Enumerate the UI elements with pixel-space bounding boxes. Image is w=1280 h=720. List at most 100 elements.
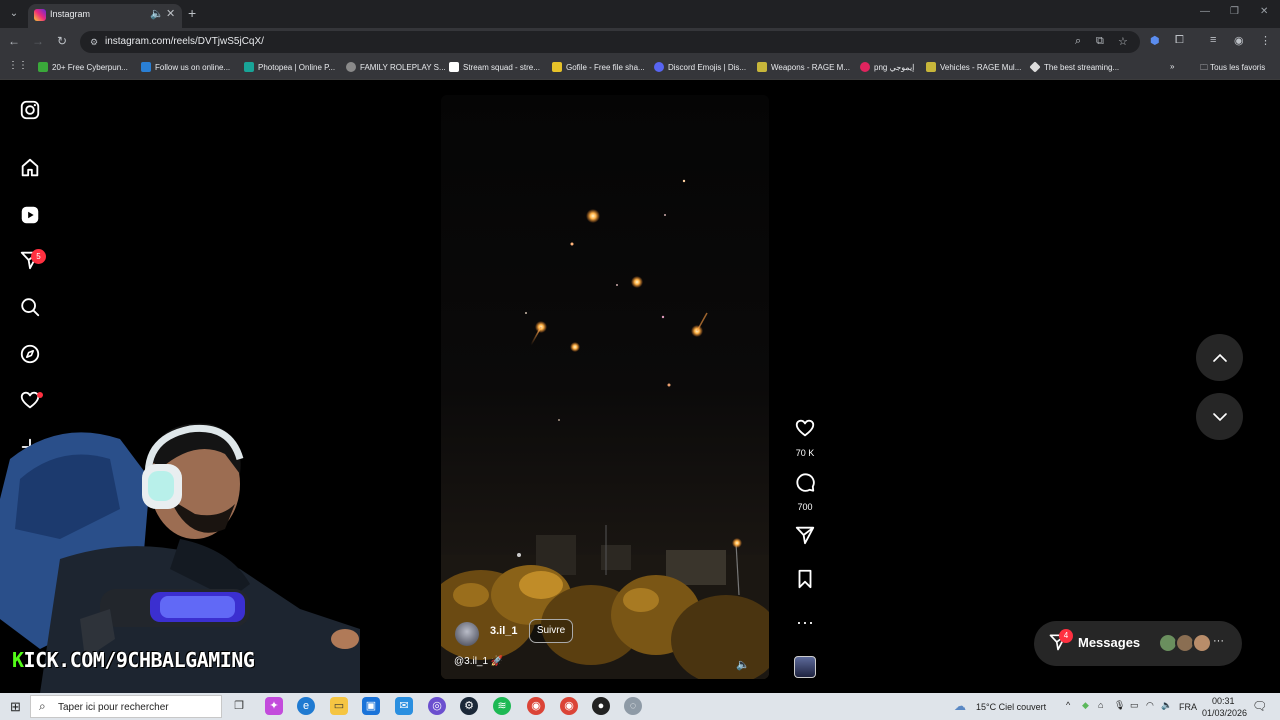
bookmark-item[interactable]: The best streaming... <box>1029 61 1119 73</box>
weather-cloud-icon[interactable]: ☁ <box>954 699 966 713</box>
extensions-icon[interactable]: ⧠ <box>1175 34 1184 47</box>
spotify-icon[interactable]: ≋ <box>493 697 511 715</box>
author-avatar[interactable] <box>455 622 479 646</box>
bookmark-item[interactable]: Follow us on online... <box>141 62 230 72</box>
steam-icon[interactable]: ⚙ <box>460 697 478 715</box>
audio-label: @3.il_1 <box>454 656 489 667</box>
wifi-icon[interactable]: ◠ <box>1146 700 1154 711</box>
minimize-icon[interactable]: — <box>1200 6 1210 17</box>
bookmark-item[interactable]: FAMILY ROLEPLAY S... <box>346 62 446 72</box>
bookmark-favicon-icon <box>449 62 459 72</box>
app-icon[interactable]: ◎ <box>428 697 446 715</box>
apps-grid-icon[interactable]: ⋮⋮ <box>8 60 28 71</box>
language-indicator[interactable]: FRA <box>1179 702 1197 712</box>
chevron-down-icon <box>1212 412 1227 421</box>
notification-center-icon[interactable]: 🗨 <box>1252 699 1267 713</box>
bookmark-item[interactable]: Photopea | Online P... <box>244 62 335 72</box>
tab-audio-icon[interactable]: 🔈 <box>150 7 164 20</box>
browser-menu-icon[interactable]: ⋮ <box>1260 34 1271 47</box>
folder-icon: 🗀 <box>1200 63 1211 72</box>
explore-icon[interactable] <box>18 343 42 367</box>
site-info-icon[interactable]: ⚙ <box>88 36 100 48</box>
extension-shield-icon[interactable]: ⬢ <box>1150 34 1160 47</box>
store-icon[interactable]: ▣ <box>362 697 380 715</box>
clock-date[interactable]: 01/03/2026 <box>1202 708 1247 718</box>
bookmark-item[interactable]: Gofile - Free file sha... <box>552 62 645 72</box>
all-favorites-folder[interactable]: 🗀 Tous les favoris <box>1200 62 1265 76</box>
bookmark-icon[interactable] <box>792 568 818 595</box>
windows-start-icon[interactable]: ⊞ <box>10 699 21 715</box>
restore-icon[interactable]: ❐ <box>1230 6 1239 17</box>
follow-button[interactable]: Suivre <box>529 619 573 643</box>
heart-icon[interactable] <box>792 417 818 444</box>
search-icon[interactable] <box>18 296 42 320</box>
network-icon[interactable]: ⌂ <box>1098 700 1103 710</box>
more-contacts-icon: ··· <box>1213 635 1224 647</box>
bookmark-favicon-icon <box>654 62 664 72</box>
copilot-icon[interactable]: ✦ <box>265 697 283 715</box>
tab-search-icon[interactable]: ⌄ <box>6 6 22 22</box>
bookmark-favicon-icon <box>346 62 356 72</box>
zoom-icon[interactable]: ⌕ <box>1075 35 1081 48</box>
volume-icon[interactable]: 🔈 <box>1161 700 1172 711</box>
messages-button[interactable]: 4 Messages ··· <box>1034 621 1242 666</box>
save-action[interactable] <box>792 568 818 595</box>
taskbar-search[interactable]: ⌕ Taper ici pour rechercher <box>30 695 222 718</box>
comment-action[interactable]: 700 <box>792 471 818 512</box>
forward-icon[interactable]: → <box>30 34 46 48</box>
share-action[interactable] <box>792 524 818 551</box>
bookmark-item[interactable]: 20+ Free Cyberpun... <box>38 62 128 72</box>
like-count: 70 K <box>795 448 815 458</box>
audio-thumbnail[interactable] <box>794 656 816 678</box>
bookmark-item[interactable]: Discord Emojis | Dis... <box>654 62 746 72</box>
address-bar[interactable]: ⚙ instagram.com/reels/DVTjwS5jCqX/ ⌕ ⧉ ☆ <box>80 31 1140 53</box>
projectile-lights <box>525 179 708 421</box>
tray-chevron-up-icon[interactable]: ^ <box>1066 700 1070 710</box>
edge-icon[interactable]: e <box>297 697 315 715</box>
profile-avatar-icon[interactable]: ◉ <box>1234 34 1244 47</box>
tab-instagram[interactable]: Instagram 🔈 ✕ <box>28 4 182 28</box>
monitor-icon[interactable]: ▭ <box>1130 700 1139 711</box>
instagram-favicon-icon <box>34 9 46 21</box>
comment-bubble-icon[interactable] <box>792 471 818 498</box>
more-options-icon[interactable]: ··· <box>792 611 818 633</box>
home-icon[interactable] <box>18 157 42 181</box>
task-view-icon[interactable]: ❐ <box>230 697 248 715</box>
clock-time[interactable]: 00:31 <box>1212 696 1235 706</box>
bookmark-item[interactable]: Stream squad - stre... <box>449 62 540 72</box>
reel-video[interactable]: 3.il_1 Suivre @3.il_1 🚀 🔈 <box>441 95 769 679</box>
bookmark-item[interactable]: png إيموجي <box>860 62 914 72</box>
next-reel-button[interactable] <box>1196 393 1243 440</box>
chrome-icon[interactable]: ◉ <box>560 697 578 715</box>
author-username[interactable]: 3.il_1 <box>490 625 518 637</box>
chrome-icon[interactable]: ◉ <box>527 697 545 715</box>
previous-reel-button[interactable] <box>1196 334 1243 381</box>
bookmark-star-icon[interactable]: ☆ <box>1118 35 1128 48</box>
browser-toolbar: ← → ↻ ⚙ instagram.com/reels/DVTjwS5jCqX/… <box>0 28 1280 56</box>
bookmarks-bar: ⋮⋮ 20+ Free Cyberpun... Follow us on onl… <box>0 56 1280 80</box>
install-app-icon[interactable]: ⧉ <box>1096 35 1104 48</box>
microphone-icon[interactable]: 🎙 <box>1114 700 1125 711</box>
like-action[interactable]: 70 K <box>792 417 818 458</box>
url-text[interactable]: instagram.com/reels/DVTjwS5jCqX/ <box>105 36 264 47</box>
close-window-icon[interactable]: ✕ <box>1260 6 1268 17</box>
tab-close-icon[interactable]: ✕ <box>166 7 175 20</box>
mute-toggle-icon[interactable]: 🔈 <box>736 658 750 671</box>
reels-icon[interactable] <box>18 204 42 228</box>
back-icon[interactable]: ← <box>6 34 22 48</box>
share-paper-plane-icon[interactable] <box>792 524 818 551</box>
weather-text[interactable]: 15°C Ciel couvert <box>976 702 1046 712</box>
app-icon[interactable]: ◌ <box>624 697 642 715</box>
new-tab-icon[interactable]: + <box>188 5 196 21</box>
nvidia-icon[interactable]: ◆ <box>1082 700 1089 711</box>
media-control-icon[interactable]: ≡ <box>1210 34 1216 46</box>
obs-icon[interactable]: ● <box>592 697 610 715</box>
audio-attribution[interactable]: @3.il_1 🚀 <box>454 656 503 667</box>
more-bookmarks-icon[interactable]: » <box>1170 62 1174 71</box>
reload-icon[interactable]: ↻ <box>54 34 70 48</box>
instagram-logo-icon[interactable] <box>18 99 42 123</box>
mail-icon[interactable]: ✉ <box>395 697 413 715</box>
file-explorer-icon[interactable]: ▭ <box>330 697 348 715</box>
bookmark-item[interactable]: Vehicles - RAGE Mul... <box>926 62 1021 72</box>
bookmark-item[interactable]: Weapons - RAGE M... <box>757 62 850 72</box>
